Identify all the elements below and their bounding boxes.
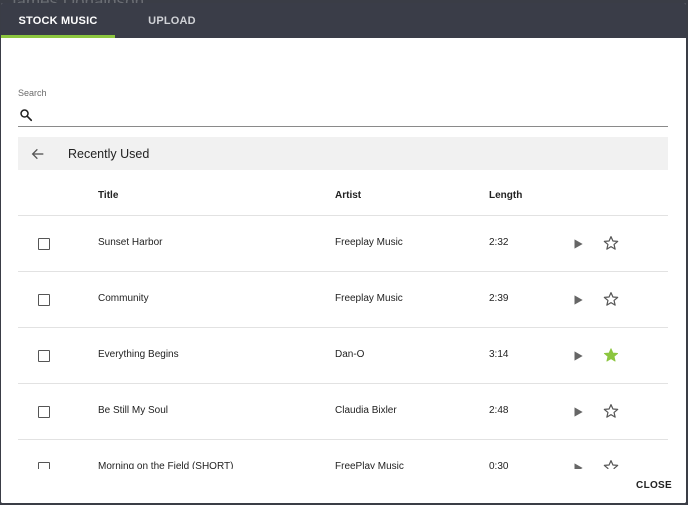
column-header-length[interactable]: Length <box>489 190 522 201</box>
track-artist: Claudia Bixler <box>335 405 397 416</box>
dialog-footer: CLOSE <box>1 469 686 503</box>
tab-bar: STOCK MUSIC UPLOAD <box>1 3 686 38</box>
tab-upload-label: UPLOAD <box>148 14 196 27</box>
section-title: Recently Used <box>68 146 150 161</box>
tab-stock-music-label: STOCK MUSIC <box>18 14 98 27</box>
tab-upload[interactable]: UPLOAD <box>115 3 229 38</box>
row-checkbox[interactable] <box>38 238 50 250</box>
track-title: Community <box>98 293 149 304</box>
track-length: 2:48 <box>489 405 509 416</box>
table-row: Be Still My Soul Claudia Bixler 2:48 <box>18 384 668 440</box>
track-title: Sunset Harbor <box>98 237 163 248</box>
tab-stock-music[interactable]: STOCK MUSIC <box>1 3 115 38</box>
arrow-left-icon <box>31 148 44 159</box>
track-length: 2:39 <box>489 293 509 304</box>
play-icon[interactable] <box>571 237 585 251</box>
column-header-title[interactable]: Title <box>98 190 118 201</box>
search-field: Search <box>18 88 668 127</box>
row-checkbox[interactable] <box>38 350 50 362</box>
column-header-artist[interactable]: Artist <box>335 190 361 201</box>
table-row: Sunset Harbor Freeplay Music 2:32 <box>18 216 668 272</box>
play-icon[interactable] <box>571 349 585 363</box>
search-icon <box>20 109 33 122</box>
star-icon[interactable] <box>603 403 619 419</box>
row-checkbox[interactable] <box>38 406 50 418</box>
stock-music-dialog: STOCK MUSIC UPLOAD Search Recently Used … <box>1 3 686 503</box>
recently-used-header: Recently Used <box>18 137 668 170</box>
star-filled-icon[interactable] <box>603 347 619 363</box>
track-title: Be Still My Soul <box>98 405 169 416</box>
search-row <box>18 104 668 127</box>
table-row: Everything Begins Dan-O 3:14 <box>18 328 668 384</box>
active-tab-indicator <box>1 35 115 38</box>
search-input[interactable] <box>39 104 668 126</box>
track-title: Everything Begins <box>98 349 179 360</box>
search-label: Search <box>18 88 47 98</box>
back-button[interactable] <box>18 137 58 170</box>
track-artist: Freeplay Music <box>335 293 403 304</box>
table-row: Community Freeplay Music 2:39 <box>18 272 668 328</box>
track-artist: Dan-O <box>335 349 365 360</box>
track-length: 2:32 <box>489 237 509 248</box>
star-icon[interactable] <box>603 235 619 251</box>
close-button[interactable]: CLOSE <box>636 480 672 491</box>
play-icon[interactable] <box>571 405 585 419</box>
table-header: Title Artist Length <box>18 173 668 216</box>
star-icon[interactable] <box>603 291 619 307</box>
track-length: 3:14 <box>489 349 509 360</box>
music-table: Title Artist Length Sunset Harbor Freepl… <box>18 173 668 496</box>
track-artist: Freeplay Music <box>335 237 403 248</box>
play-icon[interactable] <box>571 293 585 307</box>
row-checkbox[interactable] <box>38 294 50 306</box>
